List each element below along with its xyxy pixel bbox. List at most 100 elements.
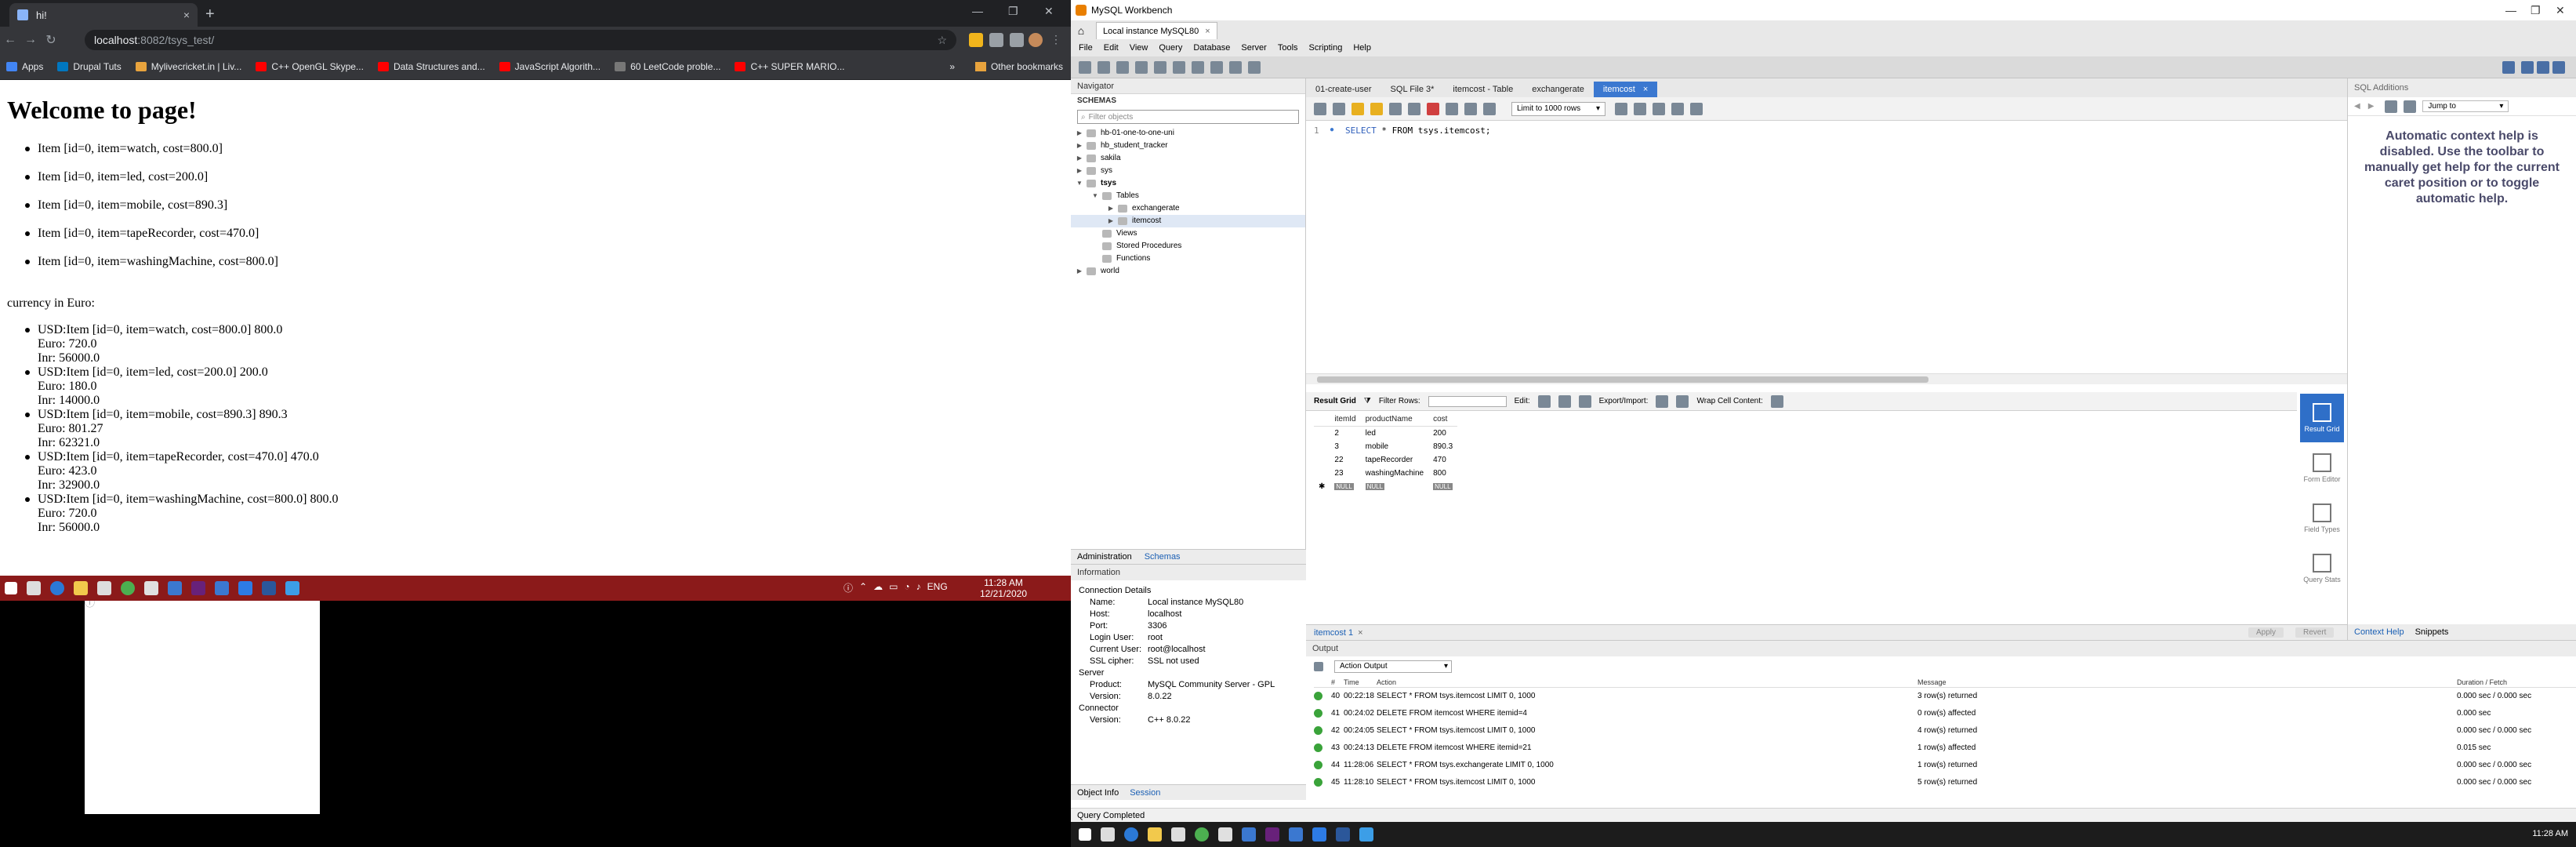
jump-to-select[interactable]: Jump to ▾ <box>2422 100 2509 112</box>
result-grid-button[interactable]: Result Grid <box>2300 394 2344 442</box>
extension-icon[interactable] <box>969 33 983 47</box>
table-row[interactable]: 2 led 200 <box>1314 427 1457 440</box>
minimize-icon[interactable]: — <box>972 5 983 17</box>
chevron-right-icon[interactable]: ▶ <box>1076 127 1083 140</box>
table-cell[interactable]: washingMachine <box>1361 467 1429 480</box>
output-row[interactable]: 44 11:28:06 SELECT * FROM tsys.exchangerat… <box>1314 757 2576 774</box>
beautify-icon[interactable] <box>1634 102 1646 115</box>
autocommit-icon[interactable] <box>1483 102 1496 115</box>
back-icon[interactable]: ← <box>0 33 20 47</box>
mysql-workbench-icon[interactable] <box>168 581 182 595</box>
table-row[interactable]: 23 washingMachine 800 <box>1314 467 1457 480</box>
info-icon[interactable]: ⓘ <box>85 594 320 814</box>
rollback-icon[interactable] <box>1464 102 1477 115</box>
menu-database[interactable]: Database <box>1193 43 1230 53</box>
reload-icon[interactable]: ↻ <box>41 32 61 48</box>
toggle-output-icon[interactable] <box>2537 61 2549 74</box>
tab-object-info[interactable]: Object Info <box>1077 788 1119 798</box>
revert-button[interactable]: Revert <box>2295 627 2335 638</box>
maximize-icon[interactable]: ❐ <box>2531 4 2541 17</box>
sql-text[interactable]: SELECT * FROM tsys.itemcost; <box>1345 125 1490 136</box>
bookmark-leetcode[interactable]: 60 LeetCode proble... <box>615 61 720 72</box>
edit-row-icon[interactable] <box>1537 394 1551 408</box>
windows-start-icon[interactable] <box>5 582 17 594</box>
taskbar-clock[interactable]: 11:28 AM 12/21/2020 <box>980 577 1027 599</box>
wrap-lines-icon[interactable] <box>1690 102 1703 115</box>
file-explorer-icon[interactable] <box>1148 827 1162 842</box>
tab-sql-file-3[interactable]: SQL File 3* <box>1381 82 1444 97</box>
table-cell[interactable]: 23 <box>1330 467 1360 480</box>
menu-query[interactable]: Query <box>1159 43 1182 53</box>
menu-file[interactable]: File <box>1079 43 1093 53</box>
output-row[interactable]: 40 00:22:18 SELECT * FROM tsys.itemcost LI… <box>1314 688 2576 705</box>
close-tab-icon[interactable]: × <box>183 9 190 21</box>
schema-hb-01[interactable]: ▶ hb-01-one-to-one-uni <box>1071 127 1305 140</box>
bookmark-opengl[interactable]: C++ OpenGL Skype... <box>256 61 364 72</box>
invisible-chars-icon[interactable] <box>1671 102 1684 115</box>
chevron-right-icon[interactable]: ▶ <box>1107 202 1115 215</box>
app-icon[interactable] <box>1312 827 1326 842</box>
commit-icon[interactable] <box>1446 102 1458 115</box>
create-function-icon[interactable] <box>1210 60 1223 74</box>
tab-itemcost-1[interactable]: itemcost 1 <box>1314 628 1353 638</box>
notepad-icon[interactable] <box>1218 827 1232 842</box>
tab-itemcost-table[interactable]: itemcost - Table <box>1443 82 1522 97</box>
app-icon[interactable] <box>1171 827 1185 842</box>
schema-sys[interactable]: ▶ sys <box>1071 165 1305 177</box>
taskbar-clock[interactable]: 11:28 AM <box>2532 829 2568 838</box>
export-icon[interactable] <box>1656 394 1669 408</box>
chevron-right-icon[interactable]: ▶ <box>1107 215 1115 227</box>
table-cell[interactable]: 470 <box>1428 453 1457 467</box>
cloud-icon[interactable]: ☁ <box>873 581 883 594</box>
chevron-right-icon[interactable]: ▶ <box>1076 165 1083 177</box>
menu-view[interactable]: View <box>1130 43 1148 53</box>
forward-icon[interactable]: → <box>20 33 41 47</box>
manual-help-icon[interactable] <box>2404 100 2417 113</box>
close-window-icon[interactable]: ✕ <box>2556 4 2565 17</box>
open-file-icon[interactable] <box>1314 102 1326 115</box>
tab-schemas[interactable]: Schemas <box>1145 552 1181 562</box>
star-icon[interactable]: ☆ <box>937 34 947 47</box>
table-cell[interactable]: 200 <box>1428 427 1457 440</box>
execute-icon[interactable] <box>1351 102 1364 115</box>
browser-tab[interactable]: hi! × <box>9 3 198 27</box>
toggle-auto-help-icon[interactable] <box>2385 100 2398 113</box>
create-view-icon[interactable] <box>1173 60 1185 74</box>
output-row[interactable]: 45 11:28:10 SELECT * FROM tsys.itemcost LI… <box>1314 774 2576 791</box>
language-icon[interactable]: ENG <box>927 581 948 594</box>
help-icon[interactable]: ⓘ <box>844 581 853 594</box>
chevron-down-icon[interactable]: ▼ <box>1091 190 1099 202</box>
other-bookmarks[interactable]: Other bookmarks <box>974 61 1063 72</box>
table-cell[interactable]: 3 <box>1330 440 1360 453</box>
stop-icon[interactable] <box>1408 102 1420 115</box>
connection-tab[interactable]: Local instance MySQL80 × <box>1096 22 1217 39</box>
media-icon[interactable] <box>1010 33 1024 47</box>
battery-icon[interactable]: ▭ <box>889 581 898 594</box>
schema-world[interactable]: ▶ world <box>1071 265 1305 278</box>
maximize-icon[interactable]: ❐ <box>1008 5 1018 18</box>
chevron-right-icon[interactable]: ▶ <box>1076 140 1083 152</box>
new-sql-tab-icon[interactable] <box>1079 60 1091 74</box>
column-header[interactable]: itemId <box>1330 413 1361 427</box>
create-schema-icon[interactable] <box>1135 60 1148 74</box>
tab-exchangerate[interactable]: exchangerate <box>1522 82 1594 97</box>
close-window-icon[interactable]: ✕ <box>1044 5 1054 18</box>
bookmark-mario[interactable]: C++ SUPER MARIO... <box>735 61 845 72</box>
word-icon[interactable] <box>1336 827 1350 842</box>
bookmark-apps[interactable]: Apps <box>6 61 43 72</box>
output-options-icon[interactable] <box>1314 662 1323 671</box>
result-grid-label[interactable]: Result Grid <box>1314 397 1356 405</box>
null-cell[interactable]: NULL <box>1361 480 1429 493</box>
minimize-icon[interactable]: — <box>2505 4 2516 16</box>
task-view-icon[interactable] <box>1101 827 1115 842</box>
menu-dots-icon[interactable]: ⋮ <box>1050 33 1065 47</box>
add-row-icon[interactable] <box>1558 394 1571 408</box>
column-header[interactable]: cost <box>1428 413 1458 427</box>
bookmark-data-structures[interactable]: Data Structures and... <box>377 61 485 72</box>
open-sql-script-icon[interactable] <box>1098 60 1110 74</box>
network-icon[interactable]: ◔ <box>904 581 909 594</box>
inspector-icon[interactable] <box>1116 60 1129 74</box>
table-cell[interactable]: 800 <box>1428 467 1457 480</box>
null-cell[interactable]: NULL <box>1428 480 1457 493</box>
close-icon[interactable]: × <box>1205 27 1210 36</box>
